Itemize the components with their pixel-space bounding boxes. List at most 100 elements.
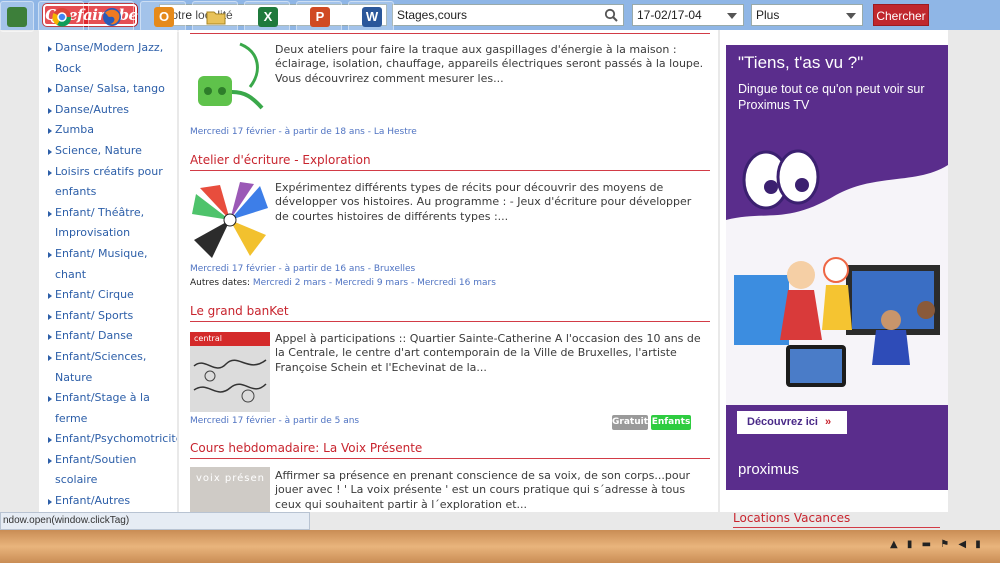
bullet-arrow-icon (48, 251, 52, 258)
taskbar-explorer[interactable] (192, 1, 238, 32)
sidebar-item-label: Enfant/Psychomotricité (55, 432, 177, 446)
word-icon: W (362, 7, 382, 27)
sidebar-item[interactable]: Enfant/Autres (39, 491, 177, 512)
drawing-thumbnail-icon (190, 346, 270, 412)
sidebar-item[interactable]: Danse/ Salsa, tango (39, 79, 177, 100)
bullet-arrow-icon (48, 499, 52, 506)
excel-icon: X (258, 7, 278, 27)
flag-icon[interactable]: ⚑ (940, 539, 949, 550)
event-meta[interactable]: Mercredi 17 février - à partir de 18 ans… (190, 127, 417, 137)
event-description: Expérimentez différents types de récits … (275, 181, 692, 223)
event-title[interactable]: Cours hebdomadaire: La Voix Présente (190, 441, 422, 455)
event-list: Deux ateliers pour faire la traque aux g… (179, 30, 718, 512)
sidebar-item[interactable]: Science, Nature (39, 141, 177, 162)
thumbnail-caption: voix présen (196, 473, 266, 484)
sidebar-item[interactable]: Enfant/Psychomotricité (39, 429, 177, 450)
sidebar-item-label: Loisirs créatifs pour enfants (55, 164, 163, 199)
sidebar-item[interactable]: Enfant/ Musique, chant (39, 244, 177, 285)
event-thumbnail[interactable]: central (190, 332, 270, 412)
event-meta[interactable]: Mercredi 17 février - à partir de 5 ans (190, 416, 359, 426)
sidebar-item-label: Enfant/ Musique, chant (55, 246, 148, 281)
sidebar-item[interactable]: Danse/Modern Jazz, Rock (39, 38, 177, 79)
taskbar-word[interactable]: W (348, 1, 394, 32)
more-value: Plus (756, 8, 780, 22)
taskbar-chrome[interactable] (38, 1, 84, 32)
event-description: Deux ateliers pour faire la traque aux g… (275, 43, 704, 85)
tray-chevron-up-icon[interactable]: ▲ (890, 539, 898, 550)
sidebar-item-label: Danse/ Salsa, tango (55, 82, 165, 96)
section-title[interactable]: Locations Vacances (733, 511, 850, 525)
category-sidebar: Danse/Modern Jazz, Rock Danse/ Salsa, ta… (39, 30, 177, 512)
sidebar-item[interactable]: Enfant/ Danse (39, 326, 177, 347)
bullet-arrow-icon (48, 293, 52, 300)
start-button[interactable] (0, 1, 34, 32)
double-chevron-right-icon: » (824, 416, 832, 428)
category-value: Stages,cours (397, 8, 468, 22)
sidebar-item[interactable]: Zumba (39, 120, 177, 141)
sidebar-item[interactable]: Danse/Autres (39, 100, 177, 121)
firefox-icon (103, 8, 121, 26)
sidebar-item-label: Enfant/Autres (55, 494, 131, 508)
sidebar-item[interactable]: Enfant/ Cirque (39, 285, 177, 306)
ad-headline: "Tiens, t'as vu ?" (738, 53, 864, 72)
search-button[interactable]: Chercher (873, 4, 929, 26)
sidebar-item[interactable]: Enfant/ Théâtre, Improvisation (39, 203, 177, 244)
chevron-down-icon (727, 13, 737, 19)
event-thumbnail[interactable]: voix présen (190, 467, 270, 512)
outlook-icon: O (154, 7, 174, 27)
event-title[interactable]: Atelier d'écriture - Exploration (190, 153, 371, 167)
ad-cta-label: Découvrez ici (747, 416, 818, 428)
system-tray: ▲ ▮ ▬ ⚑ ◀ ▮ (890, 539, 987, 550)
other-dates-label: Autres dates: (190, 278, 250, 288)
event-description: Appel à participations :: Quartier Saint… (275, 332, 701, 374)
sidebar-item-label: Danse/Autres (55, 102, 129, 116)
taskbar-outlook[interactable]: O (140, 1, 186, 32)
date-value: 17-02/17-04 (637, 8, 702, 22)
signal-icon[interactable]: ▮ (975, 539, 981, 550)
more-select[interactable]: Plus (751, 4, 863, 26)
event-meta[interactable]: Mercredi 17 février - à partir de 16 ans… (190, 264, 415, 274)
battery-icon[interactable]: ▬ (922, 539, 931, 550)
event-title[interactable]: Le grand banKet (190, 304, 289, 318)
network-icon[interactable]: ▮ (907, 539, 913, 550)
free-badge: Gratuit (612, 415, 648, 430)
bullet-arrow-icon (48, 437, 52, 444)
sidebar-item[interactable]: Enfant/Stage à la ferme (39, 388, 177, 429)
powerpoint-icon: P (310, 7, 330, 27)
kids-badge: Enfants (651, 415, 691, 430)
taskbar-excel[interactable]: X (244, 1, 290, 32)
taskbar-powerpoint[interactable]: P (296, 1, 342, 32)
sidebar-item[interactable]: Enfant/Soutien scolaire (39, 450, 177, 491)
sidebar-item-label: Danse/Modern Jazz, Rock (55, 41, 164, 75)
sidebar-item-label: Enfant/ Danse (55, 329, 133, 343)
date-select[interactable]: 17-02/17-04 (632, 4, 744, 26)
event-thumbnail[interactable] (190, 42, 270, 117)
browser-status-bar: ndow.open(window.clickTag) (0, 512, 310, 530)
sidebar-item[interactable]: Enfant/Sciences, Nature (39, 347, 177, 388)
ad-cta-button[interactable]: Découvrez ici » (737, 411, 847, 434)
bullet-arrow-icon (48, 313, 52, 320)
folder-icon (206, 11, 226, 25)
sidebar-item-label: Enfant/ Cirque (55, 288, 134, 302)
sidebar-item-label: Enfant/Soutien scolaire (55, 452, 137, 487)
sidebar-item[interactable]: Enfant/ Sports (39, 306, 177, 327)
sidebar-item-label: Enfant/ Théâtre, Improvisation (55, 205, 145, 240)
volume-icon[interactable]: ◀ (958, 539, 966, 550)
bullet-arrow-icon (48, 128, 52, 135)
bullet-arrow-icon (48, 457, 52, 464)
proximus-ad-banner[interactable]: "Tiens, t'as vu ?" Dingue tout ce qu'on … (726, 45, 948, 490)
bullet-arrow-icon (48, 396, 52, 403)
bullet-arrow-icon (48, 210, 52, 217)
other-dates-links[interactable]: Mercredi 2 mars - Mercredi 9 mars - Merc… (253, 278, 496, 288)
sidebar-item-label: Zumba (55, 123, 94, 137)
event-thumbnail[interactable] (190, 180, 270, 260)
sidebar-item[interactable]: Loisirs créatifs pour enfants (39, 162, 177, 203)
taskbar-firefox[interactable] (88, 1, 134, 32)
thumbnail-caption: central (190, 332, 270, 346)
cartoon-characters-illustration (726, 149, 948, 405)
category-input[interactable]: Stages,cours (392, 4, 624, 26)
section-divider (190, 33, 710, 34)
bullet-arrow-icon (48, 46, 52, 52)
section-divider (190, 458, 710, 459)
bullet-arrow-icon (48, 107, 52, 114)
